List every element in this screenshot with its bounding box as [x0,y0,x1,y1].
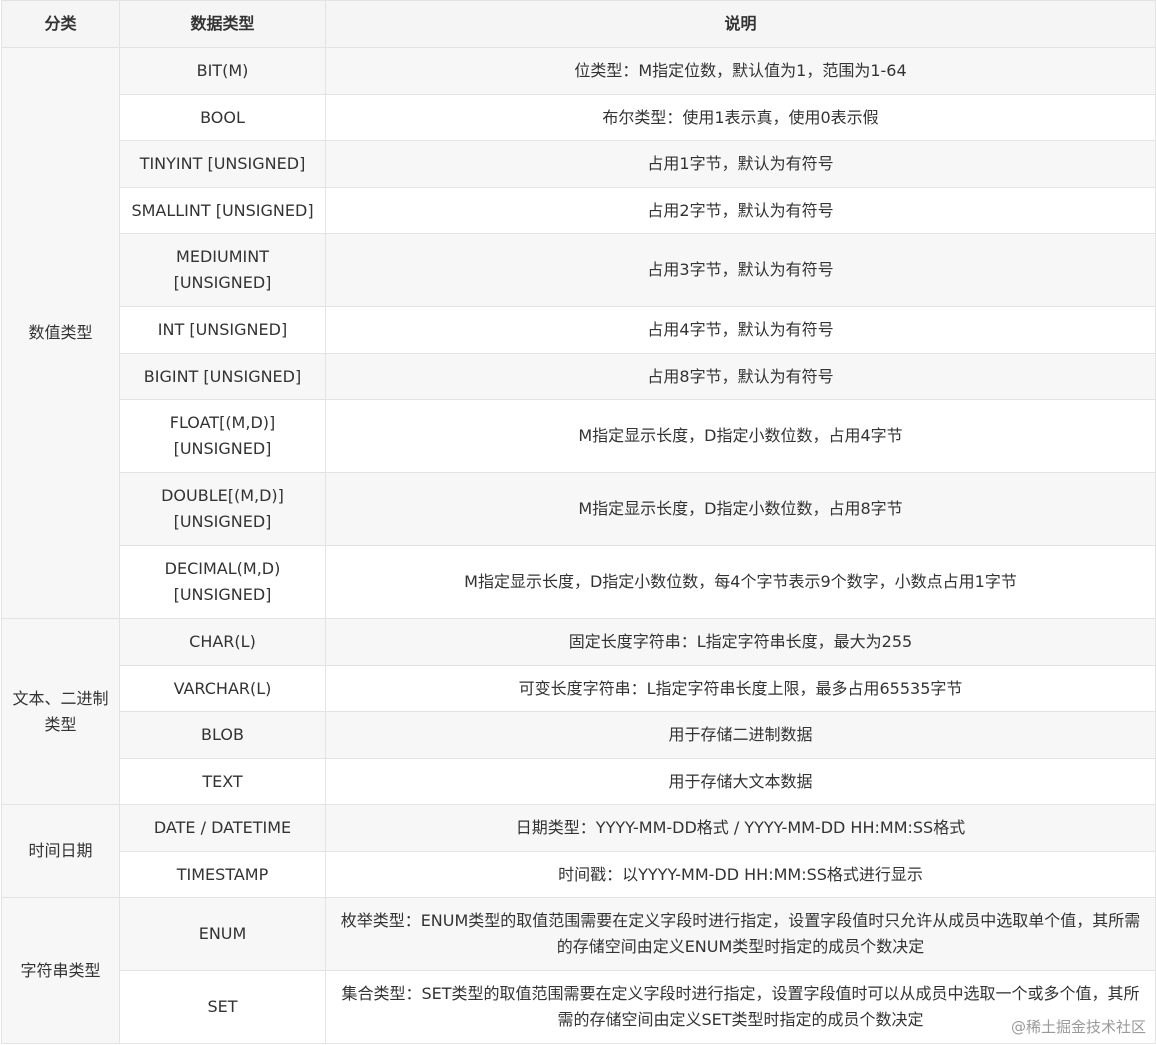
description-cell: M指定显示长度，D指定小数位数，每4个字节表示9个数字，小数点占用1字节 [325,545,1156,619]
table-body: 数值类型 BIT(M) 位类型：M指定位数，默认值为1，范围为1-64 BOOL 布尔类… [1,47,1156,1044]
description-cell: 固定长度字符串：L指定字符串长度，最大为255 [325,618,1156,666]
description-cell: 用于存储二进制数据 [325,711,1156,759]
type-cell: SET [119,970,326,1044]
table-row: TIMESTAMP 时间戳：以YYYY-MM-DD HH:MM:SS格式进行显示 [2,851,1156,898]
type-cell: CHAR(L) [119,618,326,666]
table-row: 时间日期 DATE / DATETIME 日期类型：YYYY-MM-DD格式 / Y… [1,804,1156,898]
table-row: SET 集合类型：SET类型的取值范围需要在定义字段时进行指定，设置字段值时可以从… [2,970,1156,1044]
table-row: 字符串类型 ENUM 枚举类型：ENUM类型的取值范围需要在定义字段时进行指定，设置… [1,897,1156,1044]
header-description: 说明 [325,0,1156,48]
description-cell: 可变长度字符串：L指定字符串长度上限，最多占用65535字节 [325,665,1156,712]
table-row: VARCHAR(L) 可变长度字符串：L指定字符串长度上限，最多占用65535字节 [2,665,1156,712]
table-row: SMALLINT [UNSIGNED] 占用2字节，默认为有符号 [2,187,1156,234]
description-cell: M指定显示长度，D指定小数位数，占用4字节 [325,399,1156,473]
table-row: MEDIUMINT [UNSIGNED] 占用3字节，默认为有符号 [2,233,1156,307]
table-row: 文本、二进制类型 CHAR(L) 固定长度字符串：L指定字符串长度，最大为255 [1,618,1156,805]
type-cell: TINYINT [UNSIGNED] [119,140,326,188]
description-cell: 时间戳：以YYYY-MM-DD HH:MM:SS格式进行显示 [325,851,1156,898]
description-cell: 占用4字节，默认为有符号 [325,306,1156,354]
type-cell: VARCHAR(L) [119,665,326,712]
table-row: INT [UNSIGNED] 占用4字节，默认为有符号 [2,306,1156,354]
table-row: DOUBLE[(M,D)] [UNSIGNED] M指定显示长度，D指定小数位数，… [2,472,1156,546]
description-cell: 占用8字节，默认为有符号 [325,353,1156,400]
category-cell: 时间日期 [1,804,120,898]
table-row: DECIMAL(M,D) [UNSIGNED] M指定显示长度，D指定小数位数，每… [2,545,1156,619]
description-cell: M指定显示长度，D指定小数位数，占用8字节 [325,472,1156,546]
type-cell: MEDIUMINT [UNSIGNED] [119,233,326,307]
description-cell: 用于存储大文本数据 [325,758,1156,805]
type-cell: BLOB [119,711,326,759]
type-cell: DATE / DATETIME [119,804,326,852]
table-row: TEXT 用于存储大文本数据 [2,758,1156,805]
table-row: FLOAT[(M,D)] [UNSIGNED] M指定显示长度，D指定小数位数，占… [2,399,1156,473]
type-cell: TIMESTAMP [119,851,326,898]
table-row: BOOL 布尔类型：使用1表示真，使用0表示假 [2,94,1156,141]
description-cell: 占用2字节，默认为有符号 [325,187,1156,234]
header-category: 分类 [1,0,120,48]
type-cell: BIT(M) [119,47,326,95]
description-cell: 占用3字节，默认为有符号 [325,233,1156,307]
type-cell: FLOAT[(M,D)] [UNSIGNED] [119,399,326,473]
type-cell: SMALLINT [UNSIGNED] [119,187,326,234]
table-row: BIGINT [UNSIGNED] 占用8字节，默认为有符号 [2,353,1156,400]
header-data-type: 数据类型 [119,0,326,48]
category-cell: 字符串类型 [1,897,120,1044]
type-cell: DECIMAL(M,D) [UNSIGNED] [119,545,326,619]
watermark: @稀土掘金技术社区 [1008,1016,1148,1037]
table-row: TINYINT [UNSIGNED] 占用1字节，默认为有符号 [2,140,1156,188]
type-cell: TEXT [119,758,326,805]
description-cell: 位类型：M指定位数，默认值为1，范围为1-64 [325,47,1156,95]
type-cell: BIGINT [UNSIGNED] [119,353,326,400]
header-row: 分类 数据类型 说明 [1,0,1156,48]
description-cell: 占用1字节，默认为有符号 [325,140,1156,188]
type-cell: BOOL [119,94,326,141]
data-types-table: 分类 数据类型 说明 数值类型 BIT(M) 位类型：M指定位数，默认值为1，范围为… [1,0,1156,1044]
description-cell: 布尔类型：使用1表示真，使用0表示假 [325,94,1156,141]
table-row: 数值类型 BIT(M) 位类型：M指定位数，默认值为1，范围为1-64 [1,47,1156,619]
table-row: BLOB 用于存储二进制数据 [2,711,1156,759]
category-cell: 文本、二进制类型 [1,618,120,805]
type-cell: ENUM [119,897,326,971]
type-cell: DOUBLE[(M,D)] [UNSIGNED] [119,472,326,546]
category-cell: 数值类型 [1,47,120,619]
description-cell: 日期类型：YYYY-MM-DD格式 / YYYY-MM-DD HH:MM:SS格… [325,804,1156,852]
type-cell: INT [UNSIGNED] [119,306,326,354]
description-cell: 枚举类型：ENUM类型的取值范围需要在定义字段时进行指定，设置字段值时只允许从成… [325,897,1156,971]
